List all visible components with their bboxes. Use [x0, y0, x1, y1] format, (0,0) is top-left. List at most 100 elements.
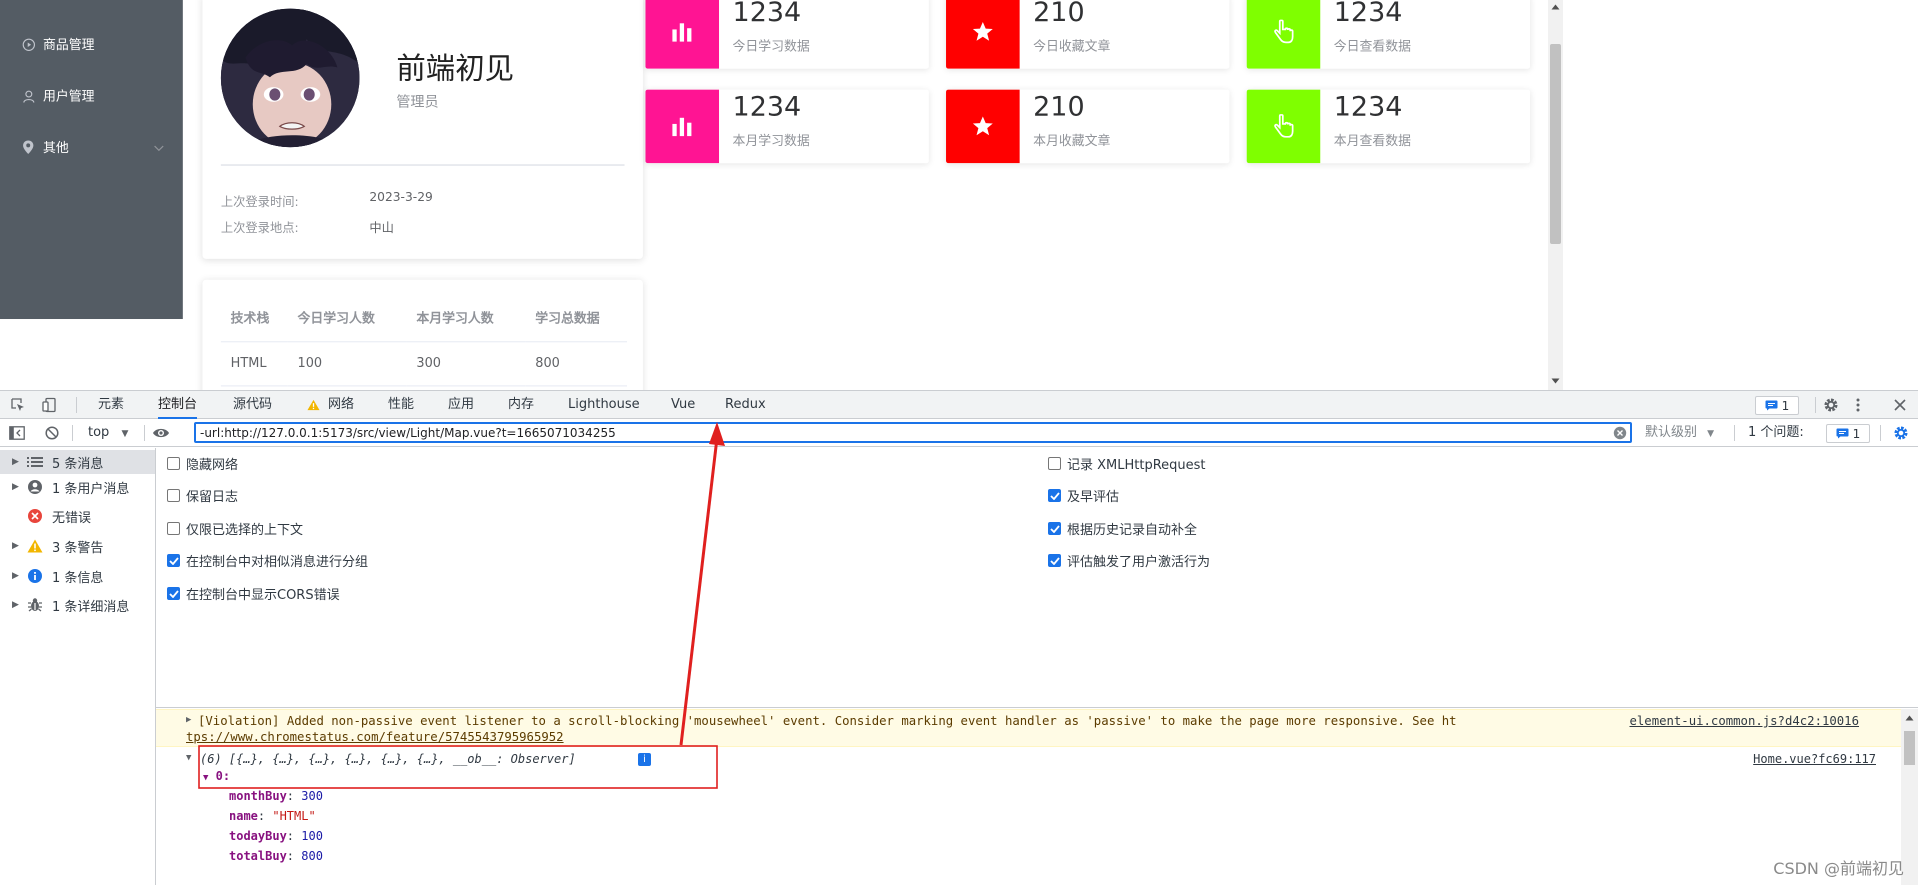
source-link[interactable]: element-ui.common.js?d4c2:10016 — [1629, 714, 1859, 728]
inspect-element-icon[interactable] — [10, 391, 26, 419]
source-link[interactable]: Home.vue?fc69:117 — [1753, 752, 1876, 766]
stat-label: 今日收藏文章 — [1033, 39, 1111, 54]
devtools-tab-bar: 元素 控制台 源代码 网络 性能 应用 内存 Lighthouse Vue Re… — [0, 391, 1918, 419]
console-filter-input[interactable] — [194, 422, 1632, 443]
sidebar-item-messages[interactable]: ▶ 5 条消息 — [0, 450, 155, 474]
collapse-arrow-icon[interactable]: ▼ — [203, 773, 208, 783]
page-scrollbar[interactable] — [1548, 0, 1563, 390]
device-toolbar-icon[interactable] — [42, 391, 58, 419]
tab-network[interactable]: 网络 — [328, 391, 354, 419]
checkbox-checked[interactable] — [167, 554, 180, 567]
setting-eager-evaluation[interactable]: 及早评估 — [1048, 486, 1119, 505]
pointer-hand-icon — [1246, 0, 1321, 69]
setting-label: 保留日志 — [186, 490, 239, 505]
expand-arrow-icon[interactable]: ▶ — [12, 600, 26, 610]
sidebar-item-products[interactable]: 商品管理 — [0, 20, 183, 69]
checkbox-checked[interactable] — [1048, 522, 1061, 535]
violation-message[interactable]: ▶ [Violation] Added non-passive event li… — [156, 709, 1901, 747]
sidebar-item-other[interactable]: 其他 — [0, 123, 183, 172]
tab-console[interactable]: 控制台 — [158, 391, 198, 419]
sidebar-item-label: 3 条警告 — [52, 540, 104, 556]
sidebar-item-errors[interactable]: 无错误 — [0, 504, 155, 528]
tab-vue[interactable]: Vue — [671, 391, 695, 419]
issues-badge-button[interactable]: 1 — [1755, 396, 1799, 415]
expand-arrow-icon[interactable]: ▶ — [186, 715, 191, 725]
setting-log-xhr[interactable]: 记录 XMLHttpRequest — [1048, 454, 1206, 473]
expand-arrow-icon[interactable]: ▶ — [12, 541, 26, 551]
expand-arrow-icon[interactable]: ▶ — [12, 482, 26, 492]
warning-icon — [26, 537, 44, 555]
table-header: 今日学习人数 — [287, 295, 407, 342]
setting-hide-network[interactable]: 隐藏网络 — [167, 454, 238, 473]
sidebar-item-label: 1 条详细消息 — [52, 599, 130, 615]
setting-selected-context-only[interactable]: 仅限已选择的上下文 — [167, 519, 303, 538]
array-index-row[interactable]: ▼ 0: — [203, 769, 230, 783]
log-array-summary[interactable]: (6) [{…}, {…}, {…}, {…}, {…}, {…}, __ob_… — [200, 752, 576, 766]
console-toolbar: top ▼ 默认级别 ▼ 1 个问题: 1 — [0, 419, 1918, 447]
sidebar-item-label: 商品管理 — [42, 37, 95, 53]
eye-icon[interactable] — [152, 419, 170, 447]
setting-label: 在控制台中对相似消息进行分组 — [186, 555, 369, 570]
sidebar-item-user-messages[interactable]: ▶ 1 条用户消息 — [0, 475, 155, 499]
sidebar-toggle-icon[interactable] — [9, 419, 25, 447]
info-icon[interactable]: i — [638, 753, 651, 766]
tab-memory[interactable]: 内存 — [508, 391, 534, 419]
checkbox[interactable] — [167, 457, 180, 470]
clear-console-icon[interactable] — [45, 419, 59, 447]
log-level-value: 默认级别 — [1645, 425, 1698, 440]
close-icon[interactable] — [1894, 391, 1906, 419]
page-scrollbar-thumb[interactable] — [1550, 44, 1561, 244]
tab-redux[interactable]: Redux — [725, 391, 766, 419]
tab-application[interactable]: 应用 — [448, 391, 474, 419]
expand-arrow-icon[interactable]: ▶ — [12, 457, 26, 467]
checkbox-checked[interactable] — [1048, 554, 1061, 567]
tab-sources[interactable]: 源代码 — [233, 391, 272, 419]
info-icon — [26, 567, 44, 585]
table-row: HTML 100 300 800 — [220, 341, 627, 386]
tab-elements[interactable]: 元素 — [98, 391, 124, 419]
chevron-down-icon[interactable] — [153, 141, 164, 156]
message-icon — [1765, 400, 1778, 411]
issues-count: 1 — [1852, 426, 1861, 441]
chromestatus-link[interactable]: tps://www.chromestatus.com/feature/57455… — [186, 730, 564, 744]
gear-icon[interactable] — [1823, 391, 1839, 419]
checkbox[interactable] — [167, 489, 180, 502]
last-login-place-value: 中山 — [369, 222, 394, 236]
sidebar-item-users[interactable]: 用户管理 — [0, 71, 183, 120]
setting-show-cors-errors[interactable]: 在控制台中显示CORS错误 — [167, 584, 340, 603]
context-selector[interactable]: top ▼ — [88, 419, 128, 447]
log-level-dropdown[interactable]: 默认级别 ▼ — [1645, 419, 1714, 447]
collapse-arrow-icon[interactable]: ▼ — [186, 753, 191, 763]
clear-filter-icon[interactable] — [1613, 419, 1627, 447]
star-icon — [946, 89, 1020, 164]
tech-table-card: 技术栈 今日学习人数 本月学习人数 学习总数据 HTML 100 300 800 — [202, 279, 643, 390]
checkbox[interactable] — [167, 522, 180, 535]
sidebar-item-info[interactable]: ▶ 1 条信息 — [0, 564, 155, 588]
sidebar-menu: 商品管理 用户管理 其他 — [0, 0, 183, 320]
user-name: 前端初见 — [396, 51, 515, 86]
sidebar-item-verbose[interactable]: ▶ 1 条详细消息 — [0, 593, 155, 617]
tab-lighthouse[interactable]: Lighthouse — [568, 391, 640, 419]
stat-value: 210 — [1033, 92, 1085, 123]
expand-arrow-icon[interactable]: ▶ — [12, 571, 26, 581]
more-options-icon[interactable] — [1856, 391, 1860, 419]
violation-text: [Violation] Added non-passive event list… — [198, 714, 1457, 728]
checkbox-checked[interactable] — [1048, 489, 1061, 502]
setting-preserve-log[interactable]: 保留日志 — [167, 486, 238, 505]
sidebar-item-warnings[interactable]: ▶ 3 条警告 — [0, 534, 155, 558]
message-icon — [1836, 428, 1849, 439]
app-viewport: 商品管理 用户管理 其他 前端初见 管理员 上次登录时间: 2023-3-29 … — [0, 0, 1563, 390]
setting-autocomplete-history[interactable]: 根据历史记录自动补全 — [1048, 519, 1197, 538]
setting-label: 隐藏网络 — [186, 458, 239, 473]
issues-count-button[interactable]: 1 — [1826, 424, 1870, 443]
checkbox[interactable] — [1048, 457, 1061, 470]
stat-value: 1234 — [1333, 92, 1403, 123]
setting-user-activation-eval[interactable]: 评估触发了用户激活行为 — [1048, 551, 1210, 570]
console-settings-gear-icon[interactable] — [1893, 419, 1909, 447]
issues-badge-count: 1 — [1781, 398, 1790, 413]
checkbox-checked[interactable] — [167, 587, 180, 600]
setting-group-similar[interactable]: 在控制台中对相似消息进行分组 — [167, 551, 368, 570]
tab-performance[interactable]: 性能 — [388, 391, 414, 419]
console-scrollbar-thumb[interactable] — [1904, 731, 1915, 765]
user-avatar — [220, 8, 360, 148]
